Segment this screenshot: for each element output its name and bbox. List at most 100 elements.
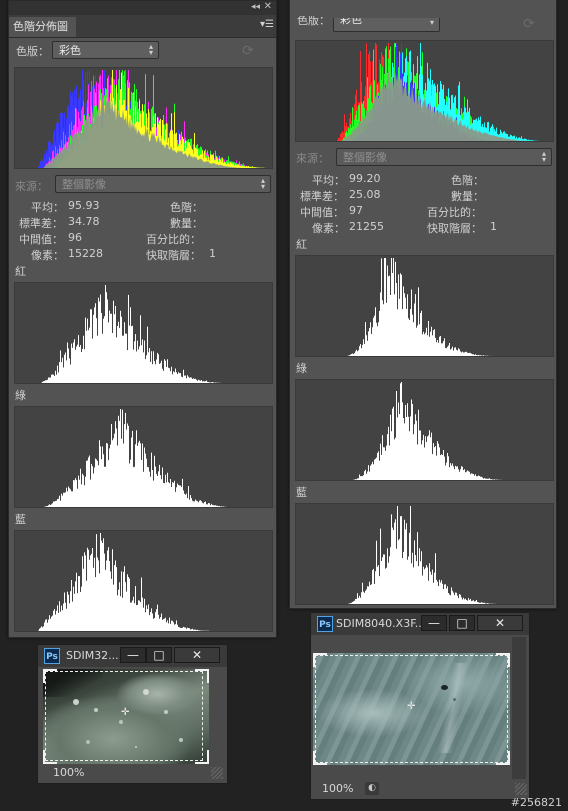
document-window-right[interactable]: Ps SDIM8040.X3F... — □ ✕ ✛ 100% ◐ xyxy=(310,612,530,800)
crop-corner[interactable] xyxy=(496,751,510,765)
green-channel-label: 綠 xyxy=(296,362,307,375)
red-histogram xyxy=(295,255,554,357)
source-select[interactable]: 整個影像 ▴ ▾ xyxy=(55,175,271,193)
mean-value: 95.93 xyxy=(68,199,100,212)
zoom-level[interactable]: 100% xyxy=(322,782,353,795)
tab-histogram[interactable]: 色階分佈圖 xyxy=(9,17,76,37)
channel-label: 色版： xyxy=(297,16,330,26)
crop-corner[interactable] xyxy=(496,653,510,667)
document-canvas[interactable]: ✛ xyxy=(313,653,510,765)
std-value: 34.78 xyxy=(68,215,100,228)
red-channel-label: 紅 xyxy=(296,238,307,251)
dropdown-arrows-icon: ▴ ▾ xyxy=(541,149,546,164)
panel-menu-icon[interactable]: ▾☰ xyxy=(260,19,274,30)
resize-grip-icon[interactable] xyxy=(211,767,223,779)
mean-label: 平均： xyxy=(312,174,345,187)
crop-corner[interactable] xyxy=(43,750,57,764)
refresh-icon[interactable]: ⟳ xyxy=(241,44,255,58)
channel-select-value: 彩色 xyxy=(59,44,81,57)
pixels-label: 像素： xyxy=(312,222,345,235)
cache-label: 快取階層： xyxy=(146,249,201,262)
photoshop-icon: Ps xyxy=(44,648,60,664)
source-label: 來源： xyxy=(15,180,48,193)
red-histogram-graph xyxy=(347,258,491,356)
median-value: 97 xyxy=(349,204,363,217)
source-select-value: 整個影像 xyxy=(62,178,106,191)
window-titlebar[interactable]: Ps SDIM8040.X3F... — □ ✕ xyxy=(311,613,529,635)
histogram-panel-left: ◂◂ ✕ 色階分佈圖 ▾☰ 色版： 彩色 ▴ ▾ ⟳ 來源： 整個影像 ▴ ▾ 平均… xyxy=(8,0,277,638)
status-bar: 100% ◐ xyxy=(311,781,529,797)
vertical-scrollbar[interactable] xyxy=(512,637,526,779)
source-select[interactable]: 整個影像 ▴ ▾ xyxy=(336,148,552,166)
crop-corner[interactable] xyxy=(313,751,327,765)
collapse-icon[interactable]: ◂◂ xyxy=(251,2,260,12)
dropdown-arrows-icon: ▾ xyxy=(429,18,434,27)
crop-corner[interactable] xyxy=(195,669,209,683)
green-histogram xyxy=(295,379,554,481)
level-label: 色階： xyxy=(170,201,203,214)
pixels-value: 15228 xyxy=(68,247,103,260)
std-label: 標準差： xyxy=(19,217,63,230)
green-histogram-graph xyxy=(353,382,502,480)
blue-channel-label: 藍 xyxy=(296,486,307,499)
restore-button[interactable]: □ xyxy=(449,615,475,631)
close-panel-icon[interactable]: ✕ xyxy=(264,1,272,12)
count-label: 數量： xyxy=(170,217,203,230)
crop-corner[interactable] xyxy=(195,750,209,764)
composite-histogram xyxy=(14,67,273,169)
red-channel-label: 紅 xyxy=(15,265,26,278)
std-label: 標準差： xyxy=(300,190,344,203)
cache-label: 快取階層： xyxy=(427,222,482,235)
document-window-left[interactable]: Ps SDIM32... — □ ✕ ✛ 100% xyxy=(37,644,228,784)
blue-histogram xyxy=(14,530,273,632)
green-channel-label: 綠 xyxy=(15,389,26,402)
count-label: 數量： xyxy=(451,190,484,203)
status-info-icon[interactable]: ◐ xyxy=(365,782,379,795)
source-select-value: 整個影像 xyxy=(343,151,387,164)
photoshop-icon: Ps xyxy=(317,616,333,632)
close-button[interactable]: ✕ xyxy=(174,647,220,663)
image-id-label: #256821 xyxy=(510,796,562,809)
crosshair-icon: ✛ xyxy=(407,701,416,712)
window-title: SDIM32... xyxy=(66,649,119,662)
channel-select[interactable]: 彩色 ▾ xyxy=(333,13,440,32)
median-label: 中間值： xyxy=(300,206,344,219)
crop-corner[interactable] xyxy=(313,653,327,667)
channel-select[interactable]: 彩色 ▴ ▾ xyxy=(52,41,159,59)
histogram-area xyxy=(296,70,553,141)
mean-label: 平均： xyxy=(31,201,64,214)
refresh-icon[interactable]: ⟳ xyxy=(522,17,536,31)
channel-select-value: 彩色 xyxy=(340,13,362,26)
blue-histogram-graph xyxy=(348,506,496,604)
window-titlebar[interactable]: Ps SDIM32... — □ ✕ xyxy=(38,645,227,667)
document-canvas[interactable]: ✛ xyxy=(43,669,209,764)
pixels-label: 像素： xyxy=(31,249,64,262)
blue-histogram-graph xyxy=(38,533,209,631)
source-label: 來源： xyxy=(296,152,329,165)
minimize-button[interactable]: — xyxy=(421,615,447,631)
red-histogram xyxy=(14,282,273,384)
resize-grip-icon[interactable] xyxy=(515,783,527,795)
composite-histogram xyxy=(295,40,554,142)
level-label: 色階： xyxy=(451,174,484,187)
percentile-label: 百分比的： xyxy=(427,206,482,219)
histogram-panel-right: 色版： 彩色 ▾ ⟳ 來源： 整個影像 ▴ ▾ 平均： 99.20 標準差： 25… xyxy=(289,0,557,609)
pixels-value: 21255 xyxy=(349,220,384,233)
minimize-button[interactable]: — xyxy=(120,647,146,663)
crop-corner[interactable] xyxy=(43,669,57,683)
panel-titlebar[interactable]: ◂◂ ✕ xyxy=(9,1,276,15)
zoom-level[interactable]: 100% xyxy=(53,766,84,779)
cache-value: 1 xyxy=(209,247,216,260)
percentile-label: 百分比的： xyxy=(146,233,201,246)
median-value: 96 xyxy=(68,231,82,244)
window-title: SDIM8040.X3F... xyxy=(336,617,426,630)
histogram-bars xyxy=(353,382,502,480)
mean-value: 99.20 xyxy=(349,172,381,185)
blue-channel-label: 藍 xyxy=(15,513,26,526)
close-button[interactable]: ✕ xyxy=(477,615,523,631)
histogram-bars xyxy=(38,533,209,631)
histogram-bars xyxy=(44,409,227,507)
red-histogram-graph xyxy=(41,285,221,383)
restore-button[interactable]: □ xyxy=(146,647,172,663)
dropdown-arrows-icon: ▴ ▾ xyxy=(260,176,265,191)
